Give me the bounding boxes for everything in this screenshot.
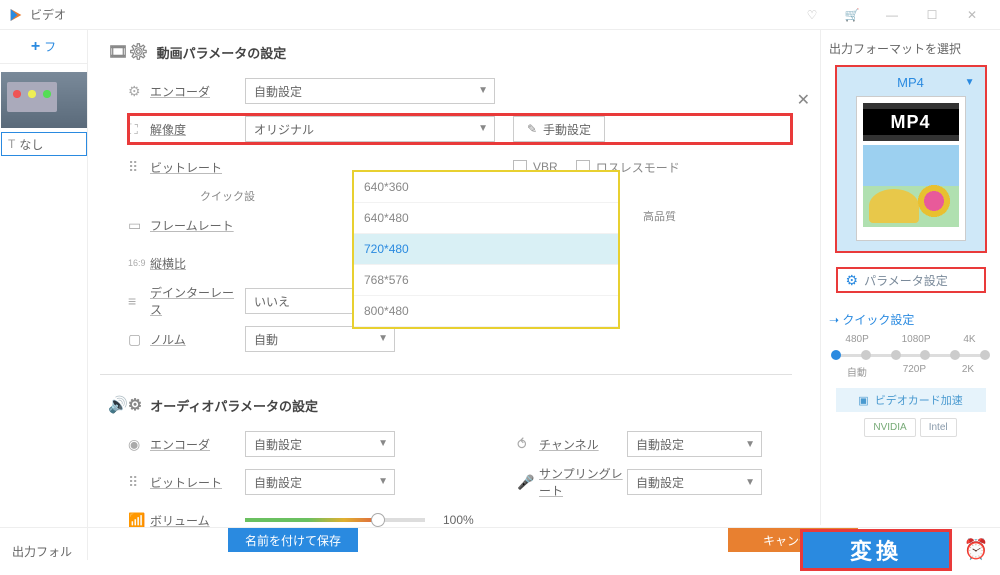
format-badge: MP4 <box>863 103 959 141</box>
resolution-option[interactable]: 640*480 <box>354 203 618 234</box>
samplerate-icon: 🎤 <box>517 474 539 491</box>
chevron-down-icon: ▼ <box>478 85 488 96</box>
chevron-down-icon: ▼ <box>965 77 975 88</box>
select-audio-bitrate[interactable]: 自動設定▼ <box>245 469 395 495</box>
label-quick-setting: クイック設 <box>200 188 255 204</box>
volume-icon: 📶 <box>128 512 150 529</box>
bitrate-icon: ⠿ <box>128 159 150 176</box>
chevron-down-icon: ▼ <box>378 476 388 487</box>
resolution-option[interactable]: 720*480 <box>354 234 618 265</box>
audio-encoder-icon: ◉ <box>128 436 150 453</box>
label-audio-bitrate: ビットレート <box>150 474 245 491</box>
add-label: フ <box>44 38 56 55</box>
label-volume: ボリューム <box>150 512 245 529</box>
audio-section-header: 🔊⚙ オーディオパラメータの設定 <box>108 395 792 415</box>
resolution-option[interactable]: 768*576 <box>354 265 618 296</box>
gear-icon: ⚙ <box>128 83 150 100</box>
format-name: MP4 ▼ <box>843 73 979 96</box>
close-button[interactable]: ✕ <box>952 1 992 29</box>
output-format-card[interactable]: MP4 ▼ MP4 <box>835 65 987 253</box>
video-section-header: 🎞⚙ 動画パラメータの設定 <box>108 42 792 62</box>
window-controls: ♡ 🛒 — ☐ ✕ <box>792 1 992 29</box>
maximize-button[interactable]: ☐ <box>912 1 952 29</box>
select-resolution[interactable]: オリジナル▼ <box>245 116 495 142</box>
chevron-down-icon: ▼ <box>478 123 488 134</box>
select-audio-encoder[interactable]: 自動設定▼ <box>245 431 395 457</box>
row-resolution: ⛶ 解像度 オリジナル▼ ✎ 手動設定 <box>128 114 792 144</box>
chevron-down-icon: ▼ <box>378 333 388 344</box>
gpu-accel-button[interactable]: ▣ ビデオカード加速 <box>836 388 986 412</box>
gpu-badges: NVIDIA Intel <box>864 418 956 437</box>
speaker-gear-icon: 🔊⚙ <box>108 395 142 415</box>
clip-label[interactable]: T なし <box>1 132 87 156</box>
audio-bitrate-icon: ⠿ <box>128 474 150 491</box>
app-title: ビデオ <box>30 6 792 23</box>
select-norm[interactable]: 自動▼ <box>245 326 395 352</box>
label-norm: ノルム <box>150 331 245 348</box>
parameter-settings-panel: ✕ 🎞⚙ 動画パラメータの設定 ⚙ エンコーダ 自動設定▼ ⛶ 解像度 オリジナ… <box>88 30 804 558</box>
quick-settings-title: クイック設定 <box>829 311 992 328</box>
volume-value: 100% <box>443 513 474 527</box>
left-rail: + フ T なし <box>0 30 88 560</box>
chip-icon: ▣ <box>858 394 868 407</box>
row-audio-encoder: ◉ エンコーダ 自動設定▼ ⥀ チャンネル 自動設定▼ <box>128 429 792 459</box>
quality-scale[interactable]: 480P 1080P 4K 自動 720P 2K <box>829 338 992 376</box>
output-folder-label: 出力フォル <box>12 543 72 560</box>
convert-button[interactable]: 変換 <box>800 529 952 571</box>
plus-icon: + <box>31 38 40 56</box>
resolution-option[interactable]: 800*480 <box>354 296 618 327</box>
norm-icon: ▢ <box>128 331 150 348</box>
add-file-button[interactable]: + フ <box>0 30 87 64</box>
select-samplerate[interactable]: 自動設定▼ <box>627 469 762 495</box>
chevron-down-icon: ▼ <box>745 477 755 488</box>
volume-slider[interactable] <box>245 518 425 522</box>
resolution-icon: ⛶ <box>128 121 150 138</box>
deinterlace-icon: ≡ <box>128 293 150 309</box>
label-encoder: エンコーダ <box>150 83 245 100</box>
label-audio-encoder: エンコーダ <box>150 436 245 453</box>
video-thumbnail[interactable] <box>1 72 87 128</box>
pencil-icon: ✎ <box>527 122 537 136</box>
cart-icon[interactable]: 🛒 <box>832 1 872 29</box>
label-deinterlace: デインターレース <box>150 284 245 318</box>
parameter-settings-button[interactable]: ⚙ パラメータ設定 <box>836 267 986 293</box>
label-channel: チャンネル <box>539 436 627 453</box>
divider <box>100 374 792 375</box>
quick-settings: クイック設定 480P 1080P 4K 自動 720P 2K <box>829 311 992 376</box>
select-encoder[interactable]: 自動設定▼ <box>245 78 495 104</box>
chevron-down-icon: ▼ <box>378 438 388 449</box>
nvidia-badge: NVIDIA <box>864 418 915 437</box>
aspect-icon: 16:9 <box>128 258 150 268</box>
label-framerate: フレームレート <box>150 217 245 234</box>
manual-resolution-button[interactable]: ✎ 手動設定 <box>513 116 605 142</box>
titlebar: ビデオ ♡ 🛒 — ☐ ✕ <box>0 0 1000 30</box>
right-sidebar: 出力フォーマットを選択 MP4 ▼ MP4 ⚙ パラメータ設定 クイック設定 4… <box>820 30 1000 525</box>
label-bitrate: ビットレート <box>150 159 245 176</box>
app-logo-icon <box>8 7 24 23</box>
label-samplerate: サンプリングレート <box>539 465 627 499</box>
panel-close-button[interactable]: ✕ <box>797 90 810 110</box>
row-audio-bitrate: ⠿ ビットレート 自動設定▼ 🎤 サンプリングレート 自動設定▼ <box>128 467 792 497</box>
label-aspect: 縦横比 <box>150 255 245 272</box>
film-gear-icon: 🎞⚙ <box>108 42 149 62</box>
format-thumbnail: MP4 <box>856 96 966 241</box>
chevron-down-icon: ▼ <box>745 439 755 450</box>
intel-badge: Intel <box>920 418 957 437</box>
label-resolution: 解像度 <box>150 121 245 138</box>
sliders-icon: ⚙ <box>846 272 859 289</box>
text-icon: T <box>8 137 15 151</box>
row-encoder: ⚙ エンコーダ 自動設定▼ <box>128 76 792 106</box>
channel-icon: ⥀ <box>517 436 539 453</box>
clip-label-text: なし <box>19 136 43 153</box>
minimize-button[interactable]: — <box>872 1 912 29</box>
resolution-option[interactable]: 640*360 <box>354 172 618 203</box>
schedule-button[interactable]: ⏰ <box>958 531 994 567</box>
gift-icon[interactable]: ♡ <box>792 1 832 29</box>
select-channel[interactable]: 自動設定▼ <box>627 431 762 457</box>
resolution-dropdown: 640*360 640*480 720*480 768*576 800*480 <box>352 170 620 329</box>
framerate-icon: ▭ <box>128 217 150 234</box>
output-format-title: 出力フォーマットを選択 <box>829 40 961 57</box>
